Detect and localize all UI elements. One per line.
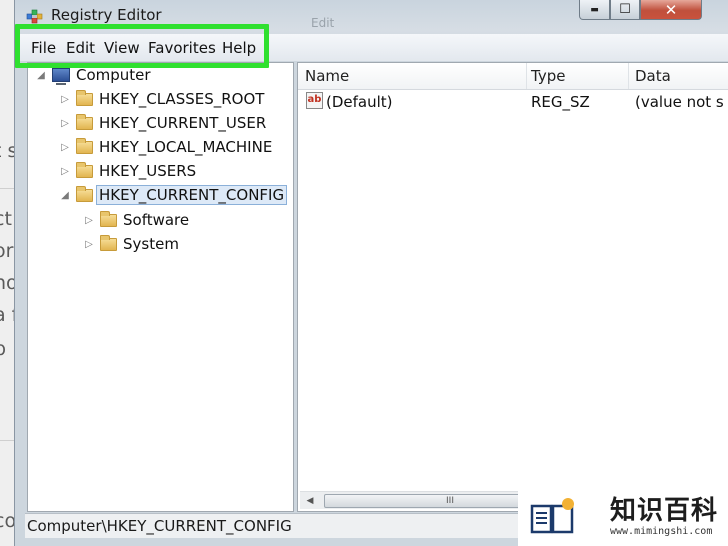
- column-header-data[interactable]: Data: [635, 67, 671, 85]
- watermark-url: www.mimingshi.com: [610, 526, 713, 537]
- tree-item-label: HKEY_CLASSES_ROOT: [99, 90, 265, 108]
- background-text-fragment: or: [0, 240, 14, 262]
- column-header-row: Name Type Data: [298, 63, 728, 90]
- tree-item-label: HKEY_CURRENT_USER: [99, 114, 267, 132]
- tree-item-label-selected: HKEY_CURRENT_CONFIG: [96, 185, 288, 205]
- registry-tree[interactable]: ◢ Computer ▷ HKEY_CLASSES_ROOT ▷ HKEY_CU…: [27, 62, 294, 512]
- maximize-button[interactable]: ☐: [610, 0, 640, 20]
- registry-editor-window: Registry Editor Edit ▬ ☐ ✕ File Edit Vie…: [14, 0, 728, 546]
- value-row-default[interactable]: ab (Default) REG_SZ (value not s: [298, 91, 728, 113]
- tree-item-label: Software: [123, 211, 190, 229]
- close-icon: ✕: [664, 0, 678, 19]
- menu-highlight-box: [15, 24, 269, 68]
- collapsed-arrow-icon[interactable]: ▷: [60, 118, 70, 129]
- column-header-name[interactable]: Name: [305, 67, 349, 85]
- tree-item-system[interactable]: ▷ System: [84, 233, 179, 255]
- folder-open-icon: [76, 185, 93, 202]
- tree-item-hkey-local-machine[interactable]: ▷ HKEY_LOCAL_MACHINE: [60, 136, 272, 158]
- registry-editor-icon: [26, 9, 43, 24]
- folder-icon: [100, 210, 117, 227]
- watermark: 知识百科 www.mimingshi.com: [518, 486, 728, 546]
- tree-item-hkey-current-user[interactable]: ▷ HKEY_CURRENT_USER: [60, 112, 266, 134]
- value-type: REG_SZ: [531, 93, 590, 111]
- book-lightbulb-logo-icon: [530, 498, 574, 534]
- minimize-button[interactable]: ▬: [579, 0, 610, 20]
- tree-item-label: HKEY_LOCAL_MACHINE: [99, 138, 273, 156]
- close-button[interactable]: ✕: [640, 0, 702, 20]
- tree-root-label: Computer: [76, 66, 151, 84]
- folder-icon: [76, 113, 93, 130]
- folder-icon: [100, 234, 117, 251]
- collapsed-arrow-icon[interactable]: ▷: [84, 239, 94, 250]
- maximize-icon: ☐: [619, 2, 631, 17]
- watermark-title: 知识百科: [610, 496, 719, 526]
- scroll-left-arrow-icon[interactable]: ◀: [303, 494, 317, 508]
- values-list[interactable]: Name Type Data ab (Default) REG_SZ (valu…: [297, 62, 728, 512]
- value-data: (value not s: [635, 93, 724, 111]
- tree-item-hkey-current-config[interactable]: ◢ HKEY_CURRENT_CONFIG: [60, 184, 288, 206]
- collapsed-arrow-icon[interactable]: ▷: [84, 215, 94, 226]
- tree-item-label: HKEY_USERS: [99, 162, 197, 180]
- value-name: (Default): [326, 93, 393, 111]
- folder-icon: [76, 137, 93, 154]
- folder-icon: [76, 89, 93, 106]
- collapsed-arrow-icon[interactable]: ▷: [60, 94, 70, 105]
- background-ghost-text: Edit: [311, 16, 335, 30]
- tree-item-label: System: [123, 235, 179, 253]
- tree-item-hkey-users[interactable]: ▷ HKEY_USERS: [60, 160, 196, 182]
- column-separator[interactable]: [628, 63, 629, 89]
- string-value-icon: ab: [306, 92, 323, 109]
- background-text-fragment: ct: [0, 208, 12, 230]
- collapsed-arrow-icon[interactable]: ▷: [60, 142, 70, 153]
- minimize-icon: ▬: [590, 4, 599, 15]
- column-separator[interactable]: [526, 63, 527, 89]
- background-text-fragment: p: [0, 338, 7, 360]
- collapsed-arrow-icon[interactable]: ▷: [60, 166, 70, 177]
- tree-item-software[interactable]: ▷ Software: [84, 209, 189, 231]
- folder-icon: [76, 161, 93, 178]
- expanded-arrow-icon[interactable]: ◢: [36, 70, 46, 81]
- expanded-arrow-icon[interactable]: ◢: [60, 190, 70, 201]
- window-title: Registry Editor: [51, 6, 162, 24]
- status-path: Computer\HKEY_CURRENT_CONFIG: [27, 517, 292, 535]
- column-header-type[interactable]: Type: [531, 67, 565, 85]
- tree-item-hkey-classes-root[interactable]: ▷ HKEY_CLASSES_ROOT: [60, 88, 264, 110]
- computer-icon: [52, 68, 70, 85]
